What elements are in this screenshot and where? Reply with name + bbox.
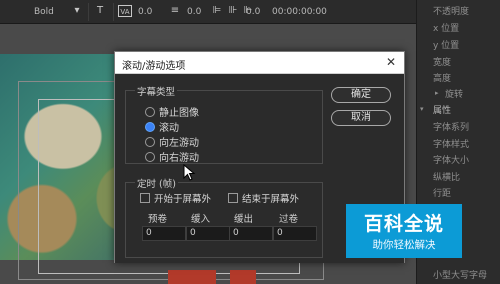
dialog-titlebar[interactable]: 滚动/游动选项 ✕ xyxy=(115,52,404,74)
start-offscreen-checkbox[interactable] xyxy=(140,192,150,203)
text-tool-icon[interactable]: T xyxy=(93,5,107,17)
start-offscreen-checkbox-row[interactable]: 开始于屏幕外 xyxy=(140,191,212,205)
radio-button[interactable] xyxy=(145,151,155,162)
radio-label: 向左游动 xyxy=(159,138,199,149)
tracking-icon[interactable]: VA xyxy=(118,5,132,17)
expand-arrow-icon[interactable]: ▸ xyxy=(435,89,439,97)
postroll-input[interactable]: 0 xyxy=(273,226,317,241)
close-icon[interactable]: ✕ xyxy=(386,55,396,69)
mouse-cursor-icon xyxy=(183,164,196,181)
prop-aspect[interactable]: 纵横比 xyxy=(433,170,460,183)
radio-roll[interactable]: 滚动 xyxy=(145,120,179,134)
title-toolbar: Bold ▾ T VA 0.0 ≡ 0.0 ⊫ ⊪ ⊩ 0.0 00:00:00… xyxy=(0,0,416,24)
toolbar-divider xyxy=(88,3,89,21)
frame-detail-strip xyxy=(230,270,256,284)
prop-properties-header[interactable]: 属性 xyxy=(433,103,451,116)
watermark-sub-text: 助你轻松解决 xyxy=(372,239,436,251)
timing-label: 定时 (帧) xyxy=(135,176,178,190)
toolbar-divider xyxy=(113,3,114,21)
prop-opacity[interactable]: 不透明度 xyxy=(433,4,469,17)
postroll-label: 过卷 xyxy=(279,214,299,225)
ease-out-input[interactable]: 0 xyxy=(229,226,273,241)
watermark-main-text: 百科全说 xyxy=(363,213,444,235)
start-offscreen-label: 开始于屏幕外 xyxy=(154,193,212,205)
radio-crawl-right[interactable]: 向右游动 xyxy=(145,150,199,164)
end-offscreen-label: 结束于屏幕外 xyxy=(242,193,300,205)
end-offscreen-checkbox-row[interactable]: 结束于屏幕外 xyxy=(228,191,300,205)
radio-button-selected[interactable] xyxy=(145,121,155,132)
radio-button[interactable] xyxy=(145,106,155,117)
ok-button[interactable]: 确定 xyxy=(331,87,391,103)
preroll-label: 预卷 xyxy=(148,214,168,225)
ease-in-label: 缓入 xyxy=(191,214,211,225)
prop-font-size[interactable]: 字体大小 xyxy=(433,153,469,166)
prop-width[interactable]: 宽度 xyxy=(433,55,451,68)
radio-crawl-left[interactable]: 向左游动 xyxy=(145,135,199,149)
align-left-icon[interactable]: ⊫ xyxy=(210,5,224,17)
dialog-title: 滚动/游动选项 xyxy=(122,61,186,72)
preroll-input[interactable]: 0 xyxy=(142,226,186,241)
align-center-icon[interactable]: ⊪ xyxy=(226,5,240,17)
baseline-value[interactable]: 0.0 xyxy=(246,7,260,17)
prop-font-family[interactable]: 字体系列 xyxy=(433,120,469,133)
prop-rotation[interactable]: 旋转 xyxy=(445,87,463,100)
end-offscreen-checkbox[interactable] xyxy=(228,192,238,203)
prop-leading[interactable]: 行距 xyxy=(433,186,451,199)
ease-in-input[interactable]: 0 xyxy=(186,226,230,241)
collapse-arrow-icon[interactable]: ▾ xyxy=(420,105,424,113)
prop-font-style[interactable]: 字体样式 xyxy=(433,137,469,150)
radio-label: 滚动 xyxy=(159,123,179,134)
leading-icon[interactable]: ≡ xyxy=(168,5,182,17)
frame-detail-strip xyxy=(168,270,216,284)
watermark-logo: 百科全说 助你轻松解决 xyxy=(346,204,462,258)
caption-type-label: 字幕类型 xyxy=(135,84,178,98)
radio-button[interactable] xyxy=(145,136,155,147)
radio-label: 向右游动 xyxy=(159,153,199,164)
ease-out-label: 缓出 xyxy=(234,214,254,225)
prop-height[interactable]: 高度 xyxy=(433,71,451,84)
timecode-display: 00:00:00:00 xyxy=(272,7,327,17)
prop-y-position[interactable]: y 位置 xyxy=(433,38,459,51)
tracking-value[interactable]: 0.0 xyxy=(138,7,152,17)
radio-label: 静止图像 xyxy=(159,108,199,119)
font-style-select[interactable]: Bold xyxy=(34,7,54,17)
prop-x-position[interactable]: x 位置 xyxy=(433,21,459,34)
radio-still[interactable]: 静止图像 xyxy=(145,105,199,119)
dropdown-icon[interactable]: ▾ xyxy=(70,5,84,17)
leading-value[interactable]: 0.0 xyxy=(187,7,201,17)
prop-small-caps[interactable]: 小型大写字母 xyxy=(433,268,487,281)
cancel-button[interactable]: 取消 xyxy=(331,110,391,126)
